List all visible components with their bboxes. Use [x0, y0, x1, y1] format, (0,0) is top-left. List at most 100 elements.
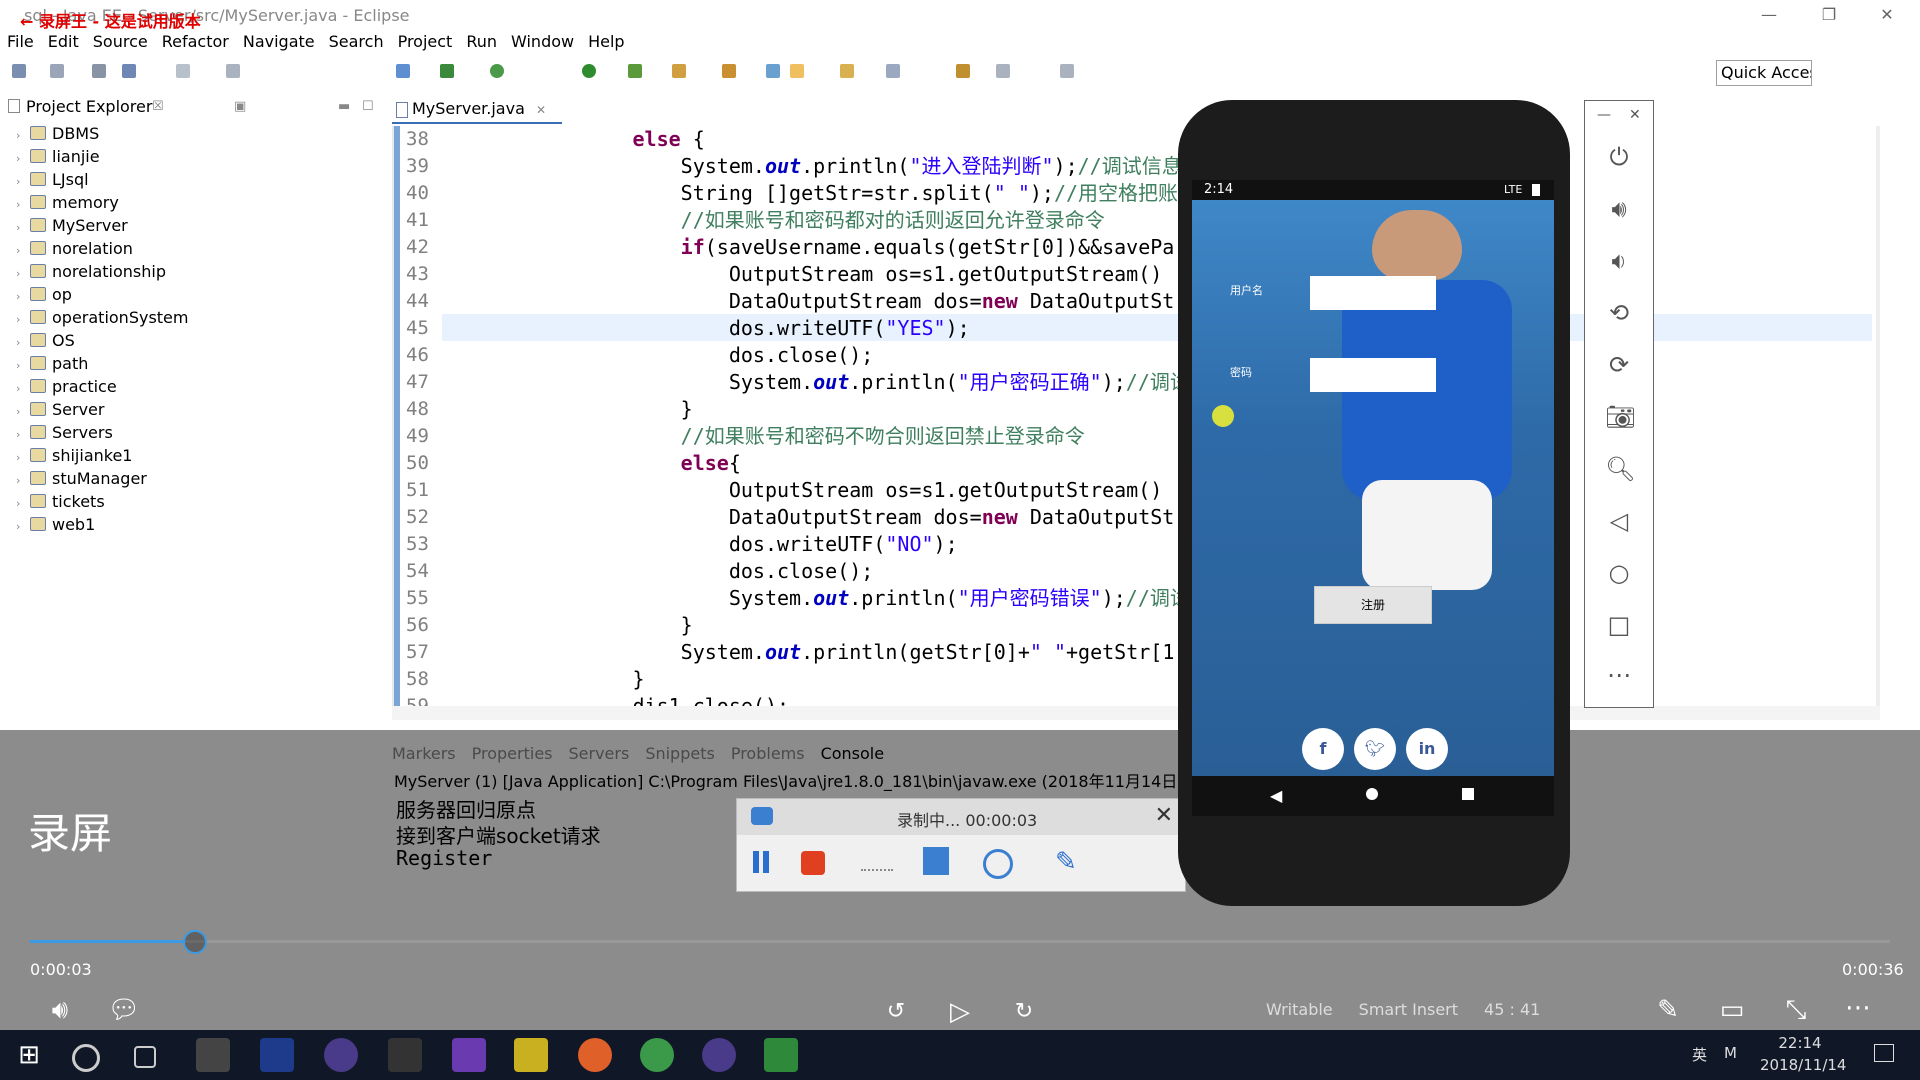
next-annotation-icon[interactable] — [840, 64, 854, 78]
quick-access-input[interactable]: Quick Access — [1716, 60, 1812, 86]
code-line[interactable]: dis1.close(); — [488, 693, 789, 706]
more-options-icon[interactable]: ⋯ — [1605, 661, 1633, 689]
code-line[interactable]: System.out.println("用户密码正确");//调试 — [488, 369, 1190, 396]
menu-help[interactable]: Help — [581, 30, 631, 54]
nav-home-icon[interactable] — [1366, 788, 1378, 800]
debug-icon[interactable] — [440, 64, 454, 78]
pen-icon[interactable]: ✎ — [1055, 847, 1077, 877]
pause-icon[interactable] — [753, 851, 759, 873]
app-icon[interactable] — [196, 1038, 230, 1072]
open-icon[interactable] — [50, 64, 64, 78]
expand-arrow-icon[interactable]: › — [16, 193, 30, 216]
system-clock[interactable]: 22:14 2018/11/14 — [1760, 1032, 1846, 1076]
emu-close-icon[interactable]: ✕ — [1629, 107, 1641, 123]
expand-arrow-icon[interactable]: › — [16, 400, 30, 423]
back-icon[interactable]: ◁ — [1605, 507, 1633, 535]
code-line[interactable]: System.out.println(getStr[0]+" "+getStr[… — [488, 639, 1175, 666]
project-item[interactable]: › op — [16, 283, 72, 306]
ime-indicator[interactable]: 英 — [1692, 1044, 1707, 1065]
stop-icon[interactable] — [226, 64, 240, 78]
volume-icon[interactable]: 🔊︎ — [40, 992, 80, 1028]
region-icon[interactable] — [861, 869, 893, 871]
app-icon[interactable] — [514, 1038, 548, 1072]
zoom-icon[interactable]: 🔍︎ — [1605, 455, 1635, 483]
expand-arrow-icon[interactable]: › — [16, 469, 30, 492]
phone-screen[interactable]: 2:14 LTE 用户名 密码 注册 f 🐦︎ in ◀ — [1192, 180, 1554, 816]
menu-file[interactable]: File — [0, 30, 41, 54]
mini-view-icon[interactable]: ▭ — [1712, 992, 1752, 1028]
code-line[interactable]: dos.writeUTF("YES"); — [488, 315, 970, 342]
expand-arrow-icon[interactable]: › — [16, 515, 30, 538]
external-tools-icon[interactable] — [628, 64, 642, 78]
code-line[interactable]: else { — [488, 126, 705, 153]
expand-arrow-icon[interactable]: › — [16, 308, 30, 331]
rewind-10-icon[interactable]: ↺ — [876, 994, 916, 1030]
code-line[interactable]: //如果账号和密码都对的话则返回允许登录命令 — [488, 207, 1105, 234]
expand-arrow-icon[interactable]: › — [16, 170, 30, 193]
horizontal-scrollbar[interactable] — [392, 706, 1880, 720]
project-item[interactable]: › tickets — [16, 490, 105, 513]
menu-search[interactable]: Search — [322, 30, 391, 54]
code-line[interactable]: dos.close(); — [488, 558, 874, 585]
app-icon[interactable] — [764, 1038, 798, 1072]
code-line[interactable]: else{ — [488, 450, 741, 477]
exit-fullscreen-icon[interactable]: ⤡ — [1776, 992, 1816, 1028]
menu-navigate[interactable]: Navigate — [236, 30, 322, 54]
menu-project[interactable]: Project — [391, 30, 460, 54]
expand-arrow-icon[interactable]: › — [16, 423, 30, 446]
project-item[interactable]: › shijianke1 — [16, 444, 132, 467]
code-line[interactable]: OutputStream os=s1.getOutputStream() — [488, 477, 1162, 504]
project-item[interactable]: › norelationship — [16, 260, 166, 283]
nav-recents-icon[interactable] — [1462, 788, 1474, 800]
visual-studio-icon[interactable] — [452, 1038, 486, 1072]
rotate-left-icon[interactable]: ⟲ — [1605, 299, 1633, 327]
edit-pencil-icon[interactable]: ✎ — [1648, 992, 1688, 1028]
volume-up-icon[interactable]: 🔊︎ — [1605, 195, 1633, 223]
editor-tab-myserver[interactable]: MyServer.java ✕ — [392, 96, 562, 124]
eclipse-icon[interactable] — [324, 1038, 358, 1072]
project-item[interactable]: › web1 — [16, 513, 95, 536]
seek-handle[interactable] — [183, 930, 207, 954]
seek-bar[interactable] — [30, 940, 1890, 943]
project-item[interactable]: › practice — [16, 375, 117, 398]
code-line[interactable]: System.out.println("用户密码错误");//调试 — [488, 585, 1190, 612]
minimize-view-icon[interactable]: ▬ — [338, 96, 350, 118]
code-line[interactable]: //如果账号和密码不吻合则返回禁止登录命令 — [488, 423, 1085, 450]
save-all-icon[interactable] — [122, 64, 136, 78]
last-edit-icon[interactable] — [956, 64, 970, 78]
editor-scrollbar[interactable] — [1876, 126, 1880, 706]
project-item[interactable]: › OS — [16, 329, 75, 352]
facebook-icon[interactable]: f — [1302, 728, 1344, 770]
open-type-icon[interactable] — [672, 64, 686, 78]
firefox-icon[interactable] — [578, 1038, 612, 1072]
expand-arrow-icon[interactable]: › — [16, 147, 30, 170]
stop-record-icon[interactable] — [801, 851, 825, 875]
power-icon[interactable]: ⏻ — [1605, 143, 1633, 171]
back-icon[interactable] — [996, 64, 1010, 78]
code-line[interactable]: } — [488, 396, 693, 423]
restore-button[interactable]: ❐ — [1806, 2, 1852, 28]
code-editor[interactable]: 38 else {39 System.out.println("进入登陆判断")… — [392, 126, 1880, 706]
project-item[interactable]: › MyServer — [16, 214, 128, 237]
project-item[interactable]: › norelation — [16, 237, 133, 260]
expand-arrow-icon[interactable]: › — [16, 216, 30, 239]
expand-arrow-icon[interactable]: › — [16, 377, 30, 400]
menu-edit[interactable]: Edit — [41, 30, 86, 54]
expand-arrow-icon[interactable]: › — [16, 354, 30, 377]
cortana-icon[interactable] — [72, 1044, 100, 1072]
save-icon[interactable] — [92, 64, 106, 78]
code-line[interactable]: dos.writeUTF("NO"); — [488, 531, 958, 558]
expand-arrow-icon[interactable]: › — [16, 492, 30, 515]
menu-source[interactable]: Source — [86, 30, 155, 54]
rotate-right-icon[interactable]: ⟳ — [1605, 351, 1633, 379]
twitter-icon[interactable]: 🐦︎ — [1354, 728, 1396, 770]
code-line[interactable]: dos.close(); — [488, 342, 874, 369]
more-icon[interactable]: ⋯ — [1838, 990, 1878, 1026]
run-icon[interactable] — [582, 64, 596, 78]
app-icon[interactable] — [260, 1038, 294, 1072]
code-line[interactable]: if(saveUsername.equals(getStr[0])&&saveP… — [488, 234, 1175, 261]
project-item[interactable]: › Servers — [16, 421, 113, 444]
expand-arrow-icon[interactable]: › — [16, 285, 30, 308]
expand-arrow-icon[interactable]: › — [16, 331, 30, 354]
project-item[interactable]: › Server — [16, 398, 104, 421]
